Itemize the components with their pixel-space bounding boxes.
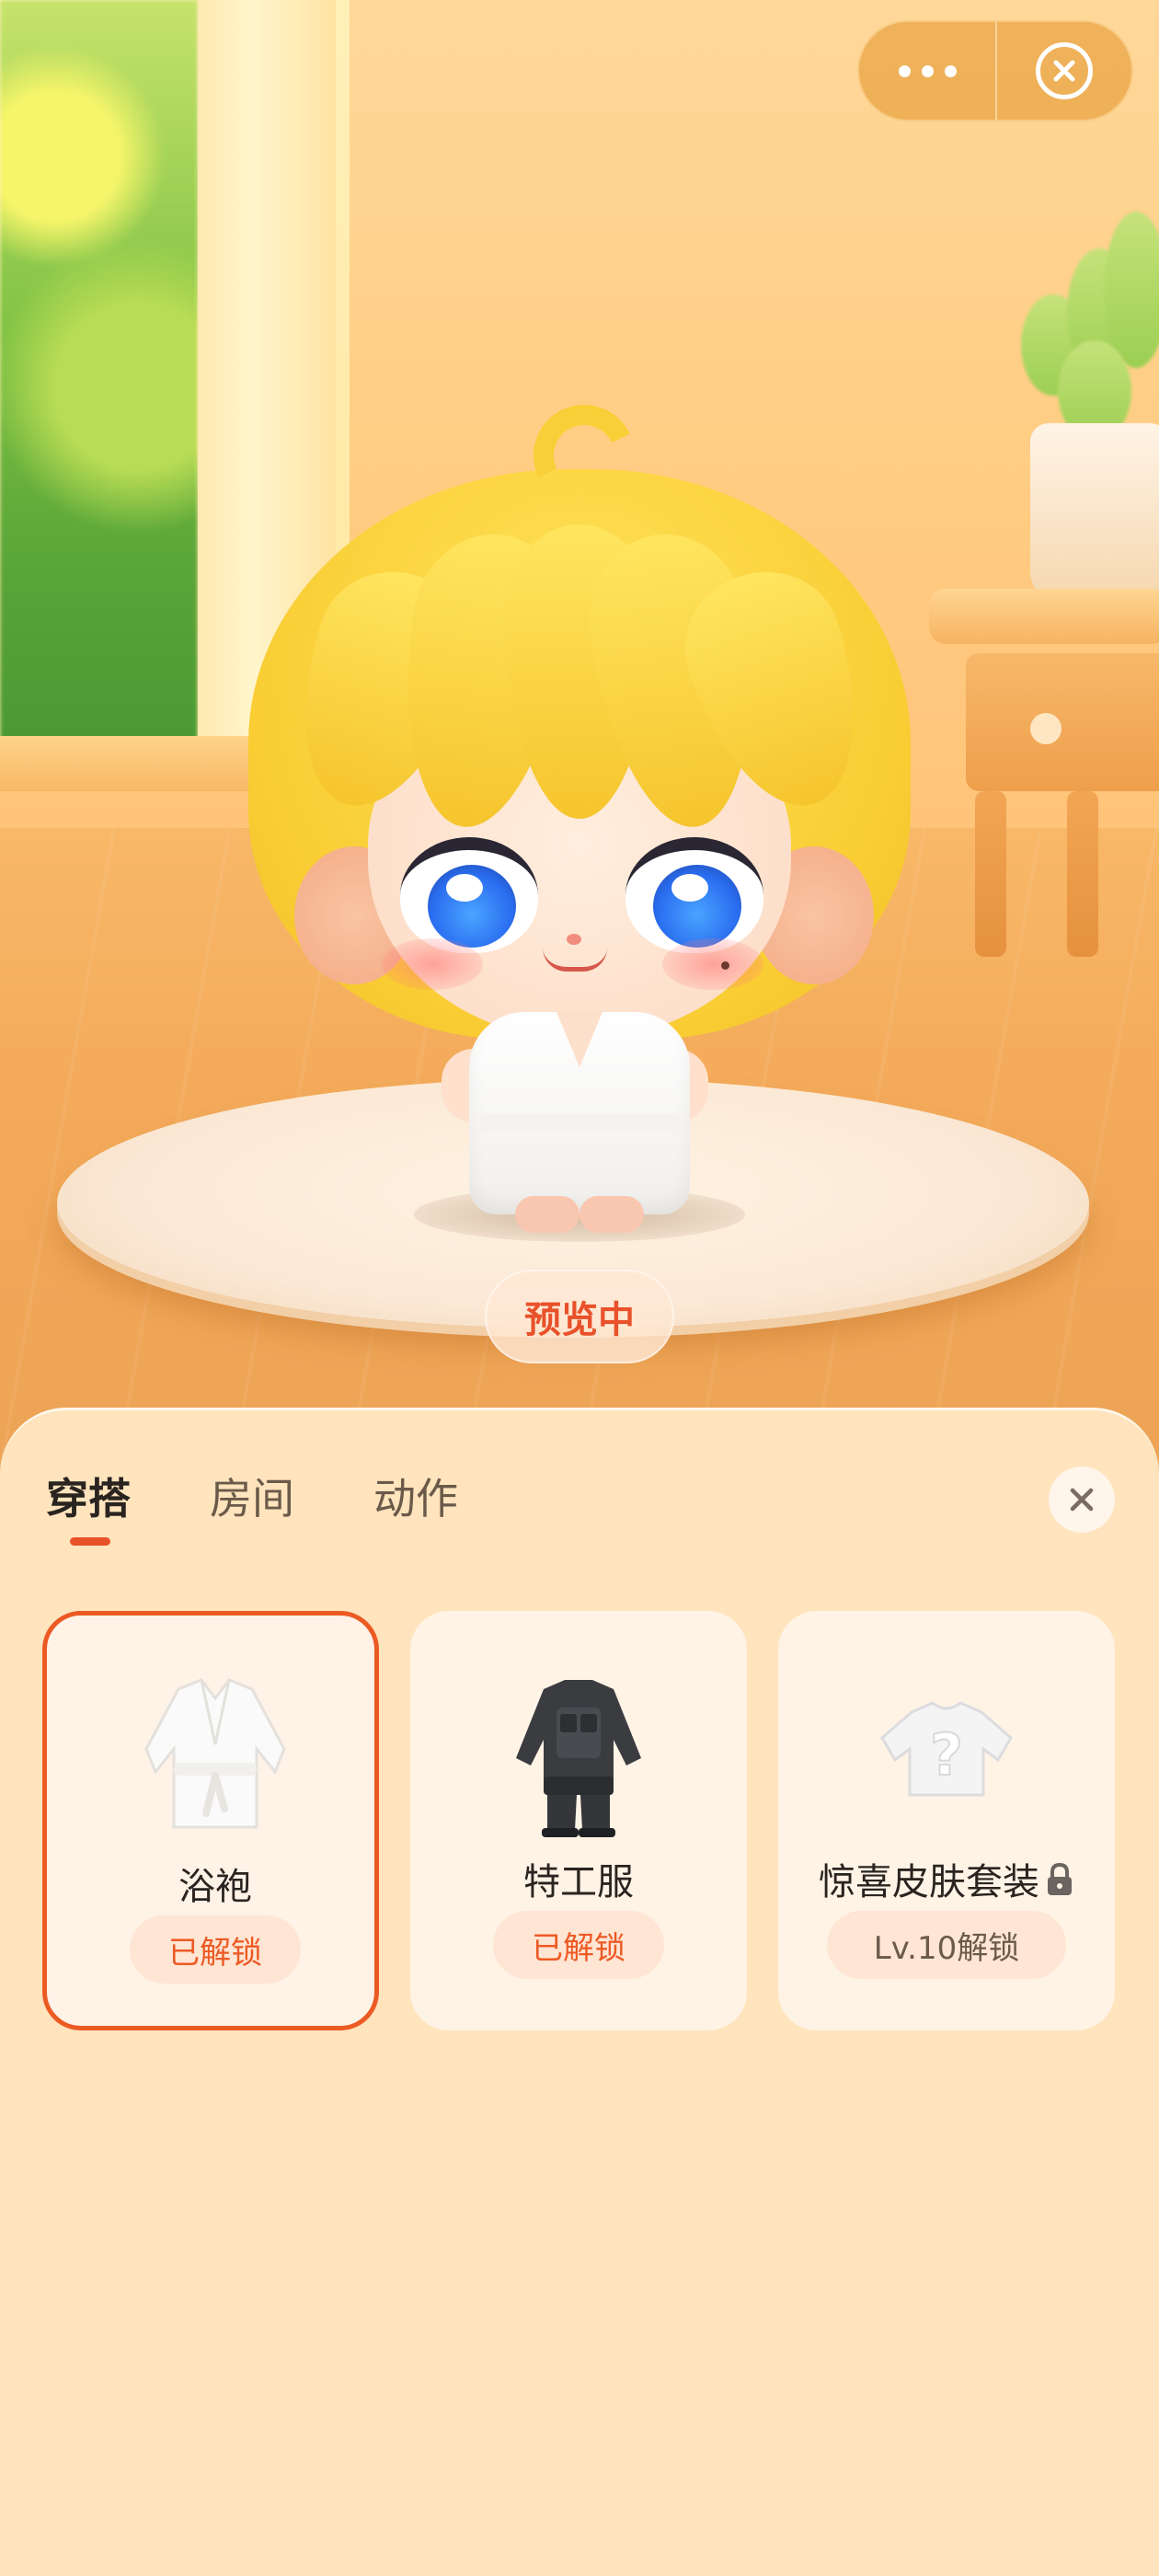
unlock-status-badge: Lv.10解锁 [827, 1911, 1066, 1979]
outfit-name: 特工服 [523, 1861, 634, 1903]
svg-text:?: ? [930, 1721, 963, 1788]
preview-badge: 预览中 [485, 1270, 674, 1363]
lock-icon [1045, 1862, 1074, 1906]
outfit-card-agent-suit[interactable]: 特工服 已解锁 [410, 1611, 747, 2030]
unlock-status-badge: 已解锁 [493, 1911, 664, 1979]
bathrobe-icon [123, 1662, 307, 1846]
miniprogram-capsule [857, 20, 1133, 121]
mystery-shirt-icon: ? [855, 1657, 1039, 1841]
close-circle-icon[interactable] [997, 20, 1131, 121]
outfit-card-bathrobe[interactable]: 浴袍 已解锁 [42, 1611, 379, 2030]
outfit-card-mystery-skin[interactable]: ? 惊喜皮肤套装 Lv.10解锁 [778, 1611, 1115, 2030]
potted-plant [1003, 212, 1159, 607]
outfit-name: 浴袍 [178, 1866, 252, 1908]
avatar-character[interactable] [230, 390, 929, 1233]
tab-action[interactable]: 动作 [373, 1466, 458, 1567]
unlock-status-badge: 已解锁 [130, 1915, 301, 1984]
tab-room[interactable]: 房间 [210, 1466, 294, 1567]
close-icon[interactable] [1049, 1466, 1115, 1533]
side-cabinet [929, 589, 1159, 975]
avatar-scene [0, 0, 1159, 1490]
more-dots-icon[interactable] [859, 20, 995, 121]
agent-suit-icon [487, 1657, 671, 1841]
avatar-bathrobe [469, 1012, 690, 1214]
outfit-list: 浴袍 已解锁 特工服 已解锁 ? 惊喜皮肤套装 Lv.10解锁 [42, 1611, 1117, 2030]
outfit-panel: 穿搭 房间 动作 浴袍 已解锁 特工服 已解锁 ? 惊喜皮肤套装 Lv.10解锁 [0, 1408, 1159, 2576]
window-greenery [0, 0, 198, 745]
outfit-name: 惊喜皮肤套装 [778, 1852, 1115, 1906]
active-tab-indicator [70, 1537, 110, 1546]
panel-tabs: 穿搭 房间 动作 [46, 1466, 458, 1567]
tab-outfit[interactable]: 穿搭 [46, 1466, 131, 1567]
